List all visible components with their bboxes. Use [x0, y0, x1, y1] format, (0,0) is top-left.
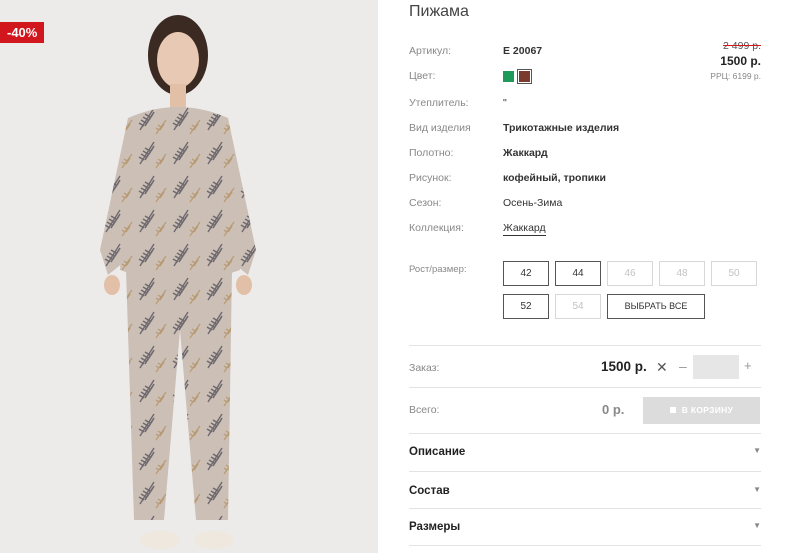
fabric-value: Жаккард	[503, 147, 548, 159]
type-label: Вид изделия	[409, 122, 471, 134]
accordion-title: Состав	[409, 485, 450, 497]
size-option-unavailable: 54	[555, 294, 601, 319]
season-row: Сезон: Осень-Зима	[409, 197, 761, 213]
caret-down-icon: ▼	[753, 521, 761, 530]
divider	[409, 433, 761, 434]
total-value: 0 р.	[602, 402, 625, 417]
close-icon[interactable]: ✕	[656, 360, 668, 374]
order-price: 1500 р.	[601, 359, 647, 374]
insulation-row: Утеплитель: "	[409, 97, 761, 113]
size-option-unavailable: 50	[711, 261, 757, 286]
caret-down-icon: ▼	[753, 446, 761, 455]
quantity-input[interactable]	[693, 355, 739, 379]
divider	[409, 345, 761, 346]
article-value: Е 20067	[503, 45, 543, 57]
pattern-label: Рисунок:	[409, 172, 452, 184]
add-to-cart-label: В КОРЗИНУ	[681, 405, 734, 415]
color-row: Цвет:	[409, 70, 761, 86]
caret-down-icon: ▼	[753, 485, 761, 494]
divider	[409, 387, 761, 388]
add-to-cart-button[interactable]: В КОРЗИНУ	[643, 397, 760, 424]
divider	[409, 545, 761, 546]
color-swatches	[503, 71, 532, 83]
article-label: Артикул:	[409, 45, 452, 57]
product-photo[interactable]: -40%	[0, 0, 378, 553]
size-option[interactable]: 44	[555, 261, 601, 286]
fabric-label: Полотно:	[409, 147, 454, 159]
size-option-unavailable: 46	[607, 261, 653, 286]
size-label: Рост/размер:	[409, 264, 467, 275]
product-title: Пижама	[409, 3, 469, 20]
plus-icon[interactable]: +	[744, 359, 752, 373]
cart-icon	[669, 407, 676, 413]
pattern-row: Рисунок: кофейный, тропики	[409, 172, 761, 188]
accordion-title: Размеры	[409, 521, 461, 533]
size-option[interactable]: 42	[503, 261, 549, 286]
accordion-sizes[interactable]: Размеры ▼	[409, 521, 761, 541]
season-value: Осень-Зима	[503, 197, 563, 209]
color-swatch-green[interactable]	[503, 71, 514, 82]
accordion-description[interactable]: Описание ▼	[409, 446, 761, 466]
total-label: Всего:	[409, 404, 440, 416]
discount-badge: -40%	[0, 22, 45, 43]
accordion-title: Описание	[409, 446, 466, 458]
insulation-label: Утеплитель:	[409, 97, 469, 109]
season-label: Сезон:	[409, 197, 442, 209]
select-all-sizes-button[interactable]: ВЫБРАТЬ ВСЕ	[607, 294, 705, 319]
size-option[interactable]: 52	[503, 294, 549, 319]
insulation-value: "	[503, 97, 507, 109]
pattern-value: кофейный, тропики	[503, 172, 606, 184]
type-row: Вид изделия Трикотажные изделия	[409, 122, 761, 138]
collection-link[interactable]: Жаккард	[503, 222, 546, 236]
model-illustration	[100, 15, 256, 549]
minus-icon[interactable]: –	[679, 359, 687, 373]
collection-row: Коллекция: Жаккард	[409, 222, 761, 238]
fabric-row: Полотно: Жаккард	[409, 147, 761, 163]
size-option-unavailable: 48	[659, 261, 705, 286]
divider	[409, 471, 761, 472]
article-row: Артикул: Е 20067	[409, 45, 761, 61]
product-details: Пижама 2 499 р. 1500 р. РРЦ: 6199 р. Арт…	[409, 0, 761, 553]
collection-label: Коллекция:	[409, 222, 464, 234]
order-label: Заказ:	[409, 362, 440, 374]
type-value: Трикотажные изделия	[503, 122, 620, 134]
color-label: Цвет:	[409, 70, 436, 82]
color-swatch-brown[interactable]	[519, 71, 531, 82]
divider	[409, 508, 761, 509]
accordion-composition[interactable]: Состав ▼	[409, 485, 761, 505]
